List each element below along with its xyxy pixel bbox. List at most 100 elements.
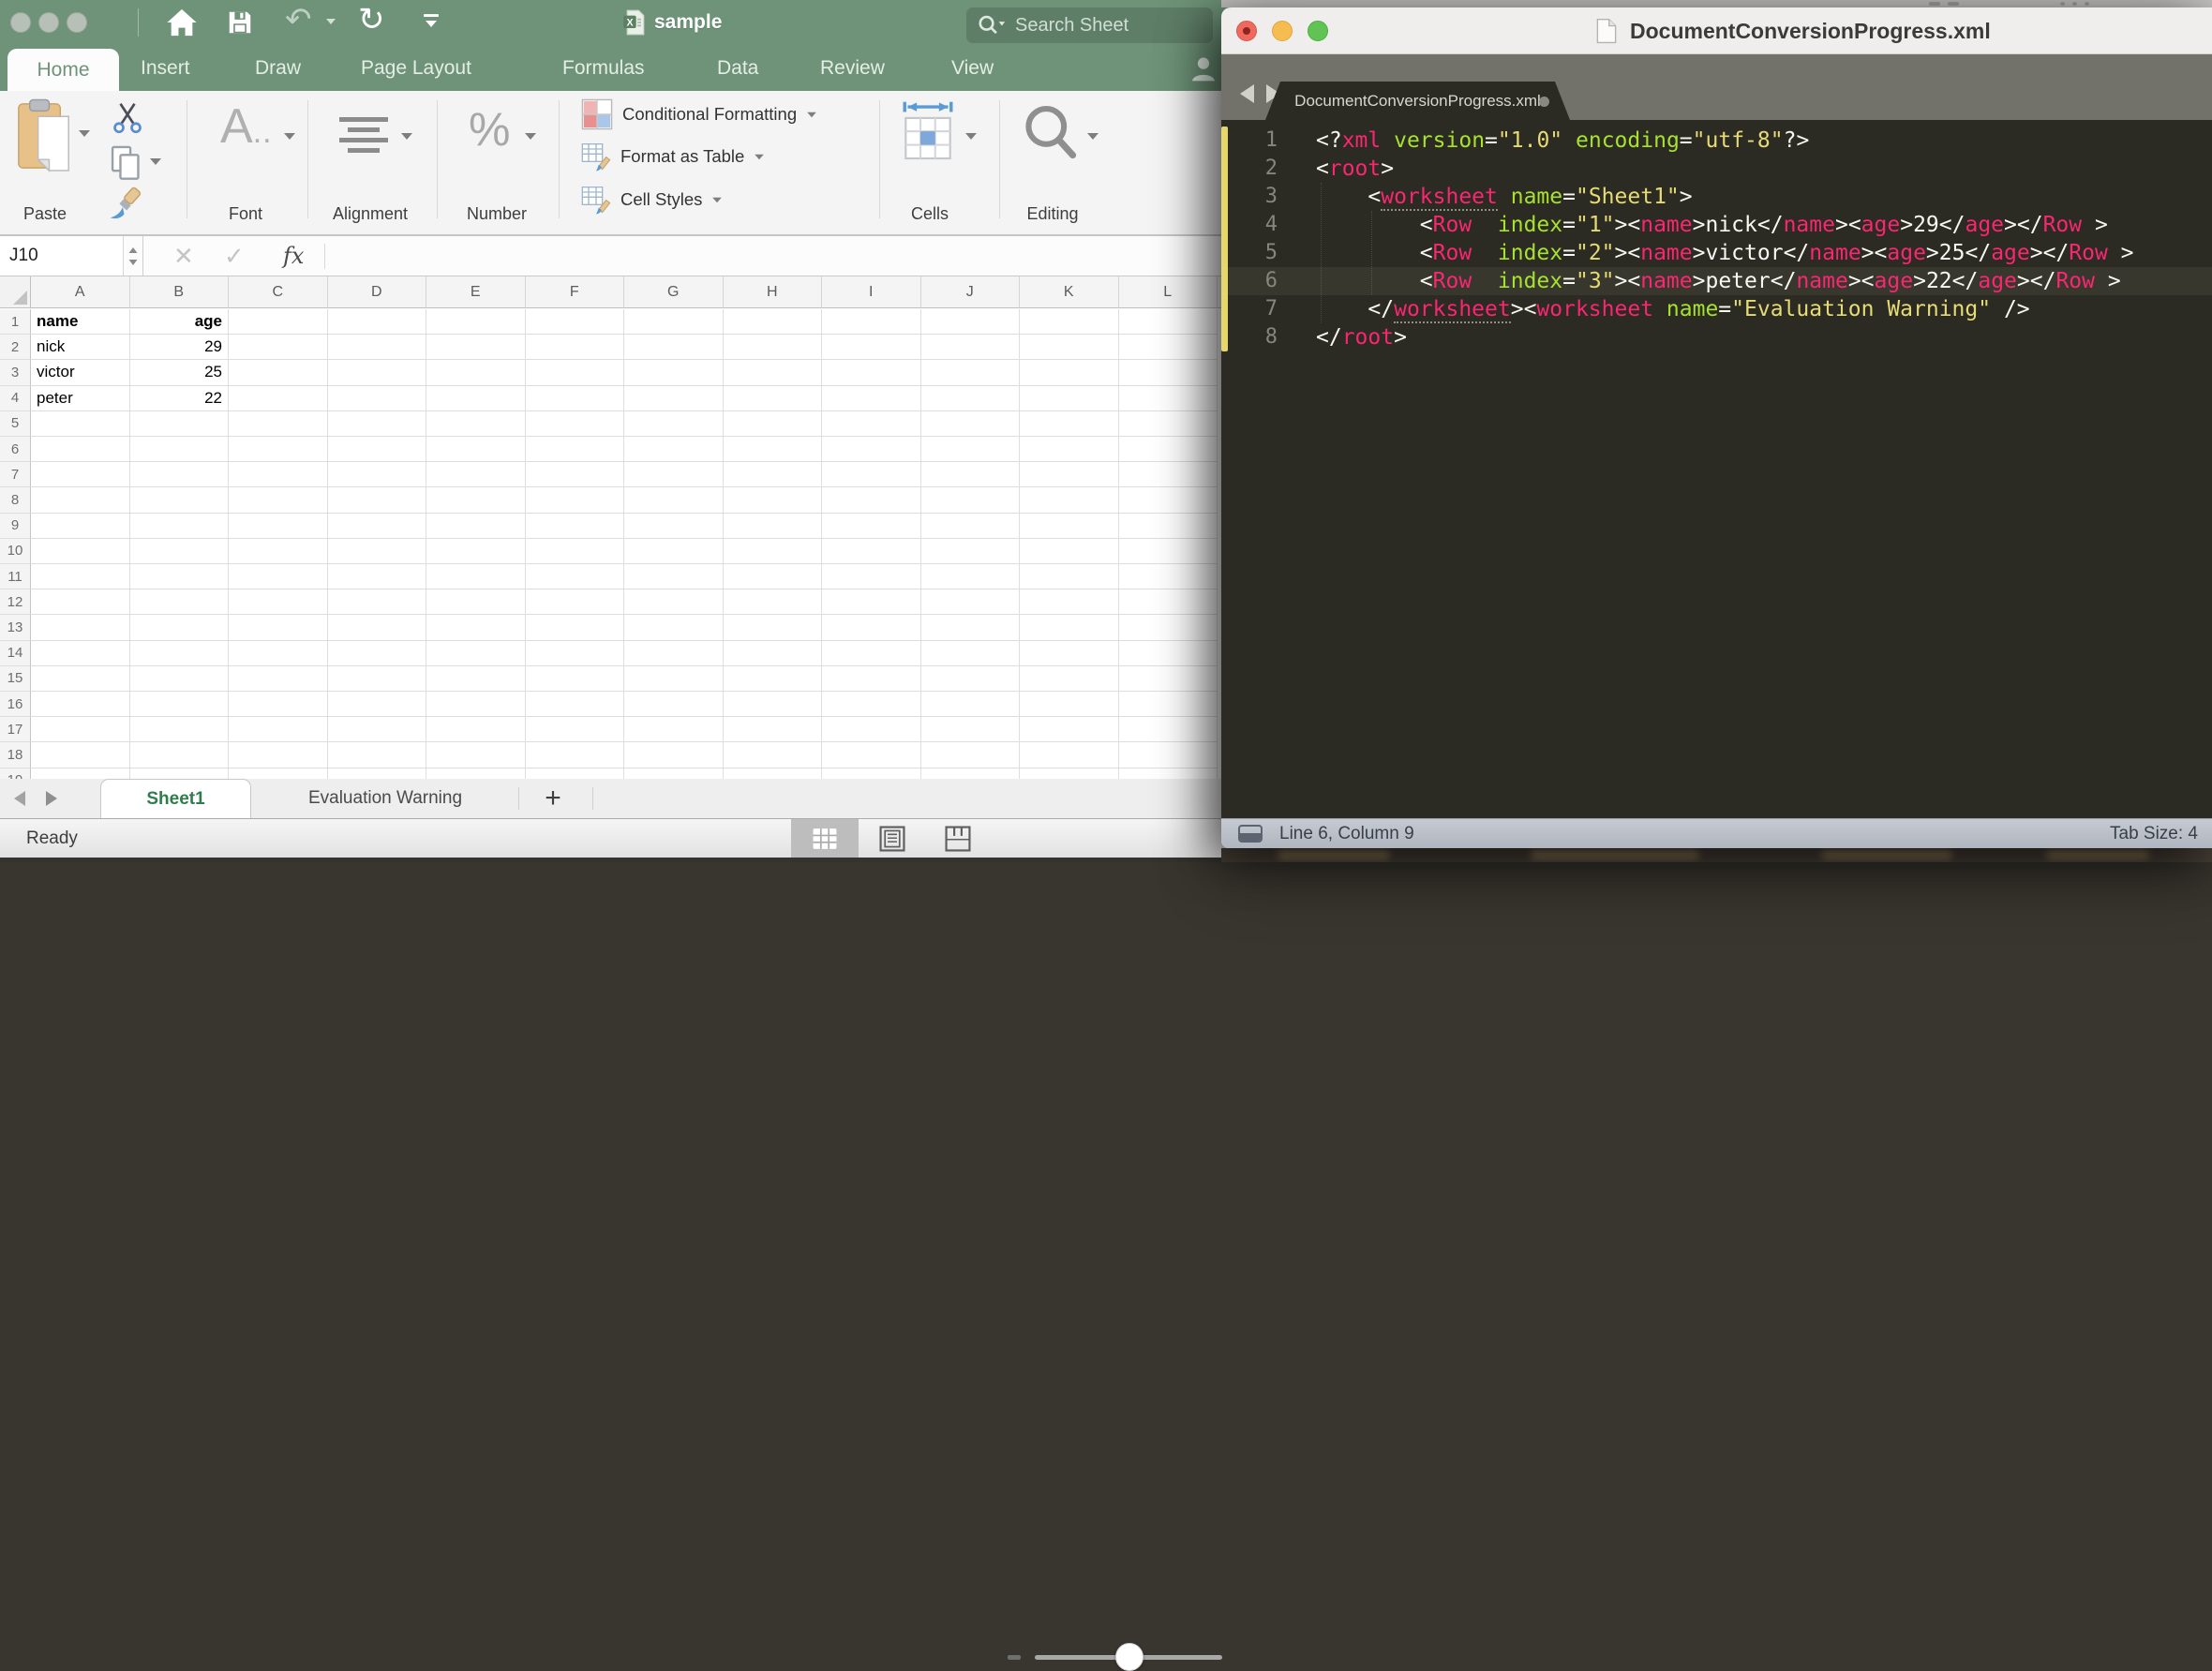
grid-cell-K5[interactable] — [1020, 411, 1119, 437]
grid-cell-F17[interactable] — [526, 717, 625, 742]
grid-cell-B5[interactable] — [130, 411, 230, 437]
grid-cell-A13[interactable] — [31, 615, 130, 640]
column-header-I[interactable]: I — [822, 276, 921, 308]
grid-cell-K7[interactable] — [1020, 462, 1119, 487]
ribbon-tab-insert[interactable]: Insert — [141, 45, 190, 91]
grid-cell-D17[interactable] — [328, 717, 427, 742]
grid-cell-G10[interactable] — [624, 539, 724, 564]
grid-cell-H4[interactable] — [724, 386, 823, 411]
grid-cell-A12[interactable] — [31, 589, 130, 615]
grid-cell-D9[interactable] — [328, 514, 427, 539]
grid-cell-D8[interactable] — [328, 487, 427, 513]
grid-cell-H8[interactable] — [724, 487, 823, 513]
editor-tab[interactable]: DocumentConversionProgress.xml — [1265, 82, 1570, 120]
grid-cell-D7[interactable] — [328, 462, 427, 487]
grid-cell-D13[interactable] — [328, 615, 427, 640]
sheet-tab-sheet1[interactable]: Sheet1 — [100, 779, 251, 818]
grid-cell-A11[interactable] — [31, 564, 130, 589]
grid-cell-H6[interactable] — [724, 437, 823, 462]
grid-cell-F8[interactable] — [526, 487, 625, 513]
grid-cell-J13[interactable] — [921, 615, 1021, 640]
grid-cell-L11[interactable] — [1119, 564, 1218, 589]
grid-cell-D4[interactable] — [328, 386, 427, 411]
column-header-H[interactable]: H — [724, 276, 823, 308]
grid-cell-I10[interactable] — [822, 539, 921, 564]
column-header-C[interactable]: C — [229, 276, 328, 308]
grid-cell-L10[interactable] — [1119, 539, 1218, 564]
grid-cell-E19[interactable] — [426, 768, 526, 779]
close-button[interactable] — [1236, 21, 1257, 41]
grid-cell-C8[interactable] — [229, 487, 328, 513]
grid-cell-I1[interactable] — [822, 309, 921, 335]
grid-cell-C3[interactable] — [229, 360, 328, 385]
insert-function-icon[interactable]: fx — [283, 236, 304, 276]
grid-cell-E16[interactable] — [426, 692, 526, 717]
grid-cell-E15[interactable] — [426, 666, 526, 692]
quick-access-more-icon[interactable] — [424, 14, 439, 27]
grid-cell-D14[interactable] — [328, 641, 427, 666]
grid-cell-L18[interactable] — [1119, 742, 1218, 768]
search-sheet-input[interactable]: Search Sheet — [966, 7, 1213, 43]
grid-cell-G8[interactable] — [624, 487, 724, 513]
ribbon-tab-review[interactable]: Review — [820, 45, 885, 91]
sheet-prev-icon[interactable] — [14, 791, 25, 806]
grid-cell-I16[interactable] — [822, 692, 921, 717]
grid-cell-H15[interactable] — [724, 666, 823, 692]
grid-cell-A18[interactable] — [31, 742, 130, 768]
row-header-10[interactable]: 10 — [0, 539, 31, 564]
code-line-7[interactable]: 7 </worksheet><worksheet name="Evaluatio… — [1221, 295, 2212, 323]
grid-cell-G19[interactable] — [624, 768, 724, 779]
sheet-next-icon[interactable] — [46, 791, 57, 806]
grid-cell-E3[interactable] — [426, 360, 526, 385]
ribbon-tab-formulas[interactable]: Formulas — [562, 45, 645, 91]
name-box-spinner[interactable] — [124, 236, 143, 276]
grid-cell-J18[interactable] — [921, 742, 1021, 768]
grid-cell-L19[interactable] — [1119, 768, 1218, 779]
grid-cell-L14[interactable] — [1119, 641, 1218, 666]
grid-cell-H16[interactable] — [724, 692, 823, 717]
grid-cell-E12[interactable] — [426, 589, 526, 615]
grid-cell-K1[interactable] — [1020, 309, 1119, 335]
grid-cell-A4[interactable]: peter — [31, 386, 130, 411]
grid-cell-D5[interactable] — [328, 411, 427, 437]
grid-cell-K14[interactable] — [1020, 641, 1119, 666]
grid-cell-H12[interactable] — [724, 589, 823, 615]
grid-cell-D16[interactable] — [328, 692, 427, 717]
grid-cell-C15[interactable] — [229, 666, 328, 692]
grid-cell-L7[interactable] — [1119, 462, 1218, 487]
row-header-19[interactable]: 19 — [0, 768, 31, 779]
add-sheet-button[interactable]: + — [538, 779, 568, 818]
panel-toggle-icon[interactable] — [1238, 825, 1263, 843]
grid-cell-J19[interactable] — [921, 768, 1021, 779]
grid-cell-J5[interactable] — [921, 411, 1021, 437]
grid-cell-H3[interactable] — [724, 360, 823, 385]
grid-cell-G17[interactable] — [624, 717, 724, 742]
grid-cell-C4[interactable] — [229, 386, 328, 411]
grid-cell-C2[interactable] — [229, 335, 328, 360]
grid-cell-K10[interactable] — [1020, 539, 1119, 564]
number-format-button[interactable]: % — [469, 102, 510, 157]
copy-dropdown-icon[interactable] — [150, 158, 161, 165]
grid-cell-J7[interactable] — [921, 462, 1021, 487]
grid-cell-J4[interactable] — [921, 386, 1021, 411]
nav-back-icon[interactable] — [1240, 84, 1254, 103]
grid-cell-F6[interactable] — [526, 437, 625, 462]
grid-cell-G13[interactable] — [624, 615, 724, 640]
close-button-inactive[interactable] — [10, 12, 31, 33]
grid-cell-B15[interactable] — [130, 666, 230, 692]
editing-button[interactable] — [1022, 102, 1080, 169]
grid-cell-I7[interactable] — [822, 462, 921, 487]
grid-cell-H17[interactable] — [724, 717, 823, 742]
conditional-formatting-button[interactable]: Conditional Formatting — [581, 98, 817, 130]
grid-cell-B18[interactable] — [130, 742, 230, 768]
grid-cell-F2[interactable] — [526, 335, 625, 360]
grid-cell-F9[interactable] — [526, 514, 625, 539]
row-header-12[interactable]: 12 — [0, 589, 31, 615]
grid-cell-E5[interactable] — [426, 411, 526, 437]
home-icon[interactable] — [166, 7, 198, 46]
column-header-B[interactable]: B — [130, 276, 230, 308]
grid-cell-I3[interactable] — [822, 360, 921, 385]
code-line-6[interactable]: 6 <Row index="3"><name>peter</name><age>… — [1221, 267, 2212, 295]
row-header-9[interactable]: 9 — [0, 514, 31, 539]
grid-cell-I6[interactable] — [822, 437, 921, 462]
